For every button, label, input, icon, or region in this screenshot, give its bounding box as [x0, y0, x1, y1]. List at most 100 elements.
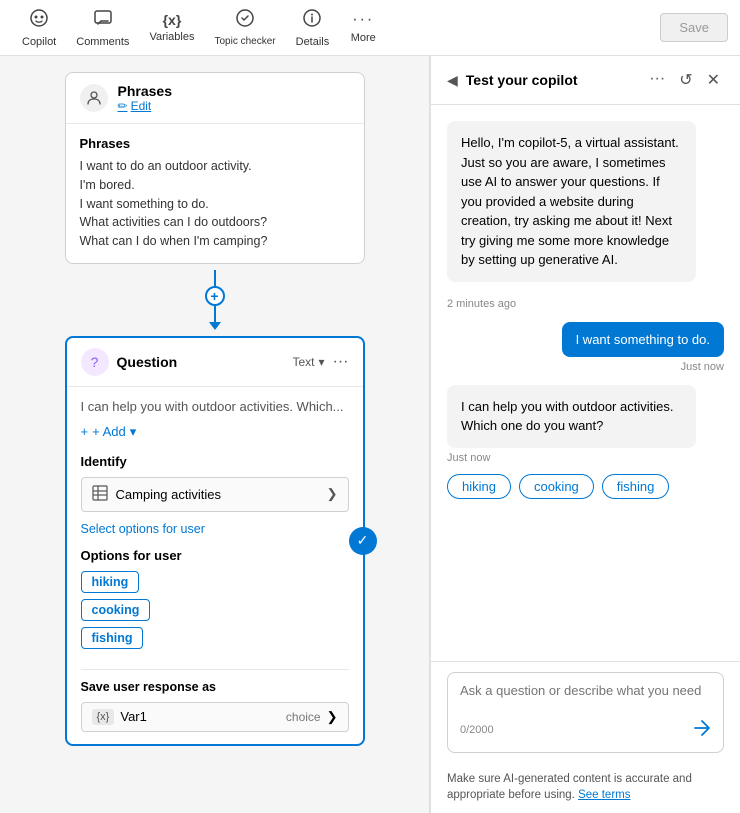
copilot-menu-button[interactable]: ··· — [645, 68, 669, 92]
toolbar-more-label: More — [351, 32, 376, 44]
canvas-panel: Phrases ✏ Edit Phrases I want to do an o… — [0, 56, 430, 813]
options-section-label: Options for user — [81, 548, 349, 563]
details-icon — [302, 8, 322, 33]
identify-value: Camping activities — [116, 487, 327, 502]
question-card-body: I can help you with outdoor activities. … — [67, 387, 363, 744]
toolbar-item-variables[interactable]: {x} Variables — [139, 8, 204, 47]
phrases-card-title: Phrases — [118, 83, 172, 99]
phrases-card-body: Phrases I want to do an outdoor activity… — [66, 124, 364, 263]
copilot-input-area: 0/2000 — [431, 661, 740, 763]
user-message-container: I want something to do. Just now — [447, 322, 724, 373]
bot-message-2: I can help you with outdoor activities. … — [447, 385, 696, 448]
question-type-label: Text — [292, 355, 314, 369]
copilot-title: Test your copilot — [466, 72, 637, 88]
copilot-refresh-button[interactable]: ↺ — [675, 68, 696, 92]
toolbar-item-copilot[interactable]: Copilot — [12, 4, 66, 52]
toolbar-copilot-label: Copilot — [22, 36, 56, 48]
topic-checker-icon — [235, 8, 255, 33]
phrases-card: Phrases ✏ Edit Phrases I want to do an o… — [65, 72, 365, 264]
question-card-title: Question — [117, 354, 285, 370]
toolbar-item-topic-checker[interactable]: Topic checker — [204, 4, 285, 51]
option-chip-fishing[interactable]: fishing — [81, 627, 144, 649]
user-message: I want something to do. — [562, 322, 724, 357]
plus-icon: + — [81, 424, 89, 439]
add-button[interactable]: + + Add ▾ — [81, 424, 349, 440]
select-options-link[interactable]: Select options for user — [81, 522, 349, 536]
table-icon — [92, 485, 108, 504]
question-preview-text: I can help you with outdoor activities. … — [81, 399, 349, 414]
main-content: Phrases ✏ Edit Phrases I want to do an o… — [0, 56, 740, 813]
pencil-icon: ✏ — [118, 99, 128, 113]
chat-option-fishing[interactable]: fishing — [602, 474, 670, 499]
connector-add-button[interactable]: + — [205, 286, 225, 306]
phrase-1: I want to do an outdoor activity. — [80, 157, 350, 176]
toolbar-variables-label: Variables — [149, 31, 194, 43]
variables-icon: {x} — [163, 12, 182, 28]
toolbar: Copilot Comments {x} Variables Topic che… — [0, 0, 740, 56]
char-count: 0/2000 — [460, 724, 494, 736]
copilot-input[interactable] — [460, 683, 711, 713]
canvas-inner: Phrases ✏ Edit Phrases I want to do an o… — [0, 56, 429, 762]
toolbar-item-more[interactable]: ··· More — [339, 7, 387, 48]
copilot-send-button[interactable] — [693, 719, 711, 742]
copilot-messages: Hello, I'm copilot-5, a virtual assistan… — [431, 105, 740, 661]
chat-option-hiking[interactable]: hiking — [447, 474, 511, 499]
bot-message-2-time: Just now — [447, 452, 724, 464]
comments-icon — [93, 8, 113, 33]
bot-message-2-container: I can help you with outdoor activities. … — [447, 385, 724, 499]
copilot-collapse-button[interactable]: ◀ — [447, 72, 458, 89]
save-button[interactable]: Save — [660, 13, 728, 42]
option-chip-hiking[interactable]: hiking — [81, 571, 140, 593]
save-response-box[interactable]: {x} Var1 choice ❯ — [81, 702, 349, 732]
connector-line-bottom — [214, 306, 216, 322]
copilot-close-button[interactable]: ✕ — [703, 68, 724, 92]
toolbar-item-details[interactable]: Details — [286, 4, 340, 52]
option-chip-cooking[interactable]: cooking — [81, 599, 151, 621]
bot-message-1: Hello, I'm copilot-5, a virtual assistan… — [447, 121, 696, 282]
question-type-dropdown[interactable]: Text ▾ — [292, 355, 324, 369]
copilot-header: ◀ Test your copilot ··· ↺ ✕ — [431, 56, 740, 105]
connector-1: + — [205, 264, 225, 336]
connector-line-top — [214, 270, 216, 286]
var-name: Var1 — [120, 709, 286, 724]
phrases-body-title: Phrases — [80, 136, 350, 151]
var-type: choice — [286, 710, 321, 724]
question-icon: ? — [81, 348, 109, 376]
toolbar-details-label: Details — [296, 36, 330, 48]
connector-arrow — [209, 322, 221, 330]
toolbar-item-comments[interactable]: Comments — [66, 4, 139, 52]
chat-option-cooking[interactable]: cooking — [519, 474, 594, 499]
user-message-time: Just now — [681, 361, 724, 373]
phrase-2: I'm bored. — [80, 176, 350, 195]
phrases-avatar — [80, 84, 108, 112]
var-badge: {x} — [92, 709, 115, 725]
more-icon: ··· — [352, 11, 374, 29]
identify-box[interactable]: Camping activities ❯ — [81, 477, 349, 512]
save-response-section: Save user response as {x} Var1 choice ❯ — [81, 669, 349, 732]
copilot-input-box: 0/2000 — [447, 672, 724, 753]
copilot-input-footer: 0/2000 — [460, 719, 711, 742]
question-card-header: ? Question Text ▾ ··· — [67, 338, 363, 387]
save-response-label: Save user response as — [81, 680, 349, 694]
phrase-5: What can I do when I'm camping? — [80, 232, 350, 251]
option-chips-row: hiking cooking fishing — [447, 474, 724, 499]
chevron-down-icon: ▾ — [318, 355, 324, 369]
var-chevron-icon: ❯ — [327, 709, 338, 725]
copilot-actions: ··· ↺ ✕ — [645, 68, 724, 92]
bot-message-1-time: 2 minutes ago — [447, 298, 724, 310]
phrase-4: What activities can I do outdoors? — [80, 213, 350, 232]
question-check-badge: ✓ — [349, 527, 377, 555]
phrases-card-header: Phrases ✏ Edit — [66, 73, 364, 124]
identify-chevron-icon: ❯ — [327, 486, 338, 502]
see-terms-link[interactable]: See terms — [578, 789, 630, 801]
toolbar-topic-checker-label: Topic checker — [214, 36, 275, 47]
options-section: Options for user hiking cooking fishing — [81, 548, 349, 655]
question-menu-button[interactable]: ··· — [333, 353, 349, 371]
toolbar-comments-label: Comments — [76, 36, 129, 48]
copilot-panel: ◀ Test your copilot ··· ↺ ✕ Hello, I'm c… — [430, 56, 740, 813]
phrase-3: I want something to do. — [80, 195, 350, 214]
question-card: ✓ ? Question Text ▾ ··· I can help you w… — [65, 336, 365, 746]
identify-section-label: Identify — [81, 454, 349, 469]
copilot-icon — [29, 8, 49, 33]
phrases-edit-link[interactable]: ✏ Edit — [118, 99, 172, 113]
